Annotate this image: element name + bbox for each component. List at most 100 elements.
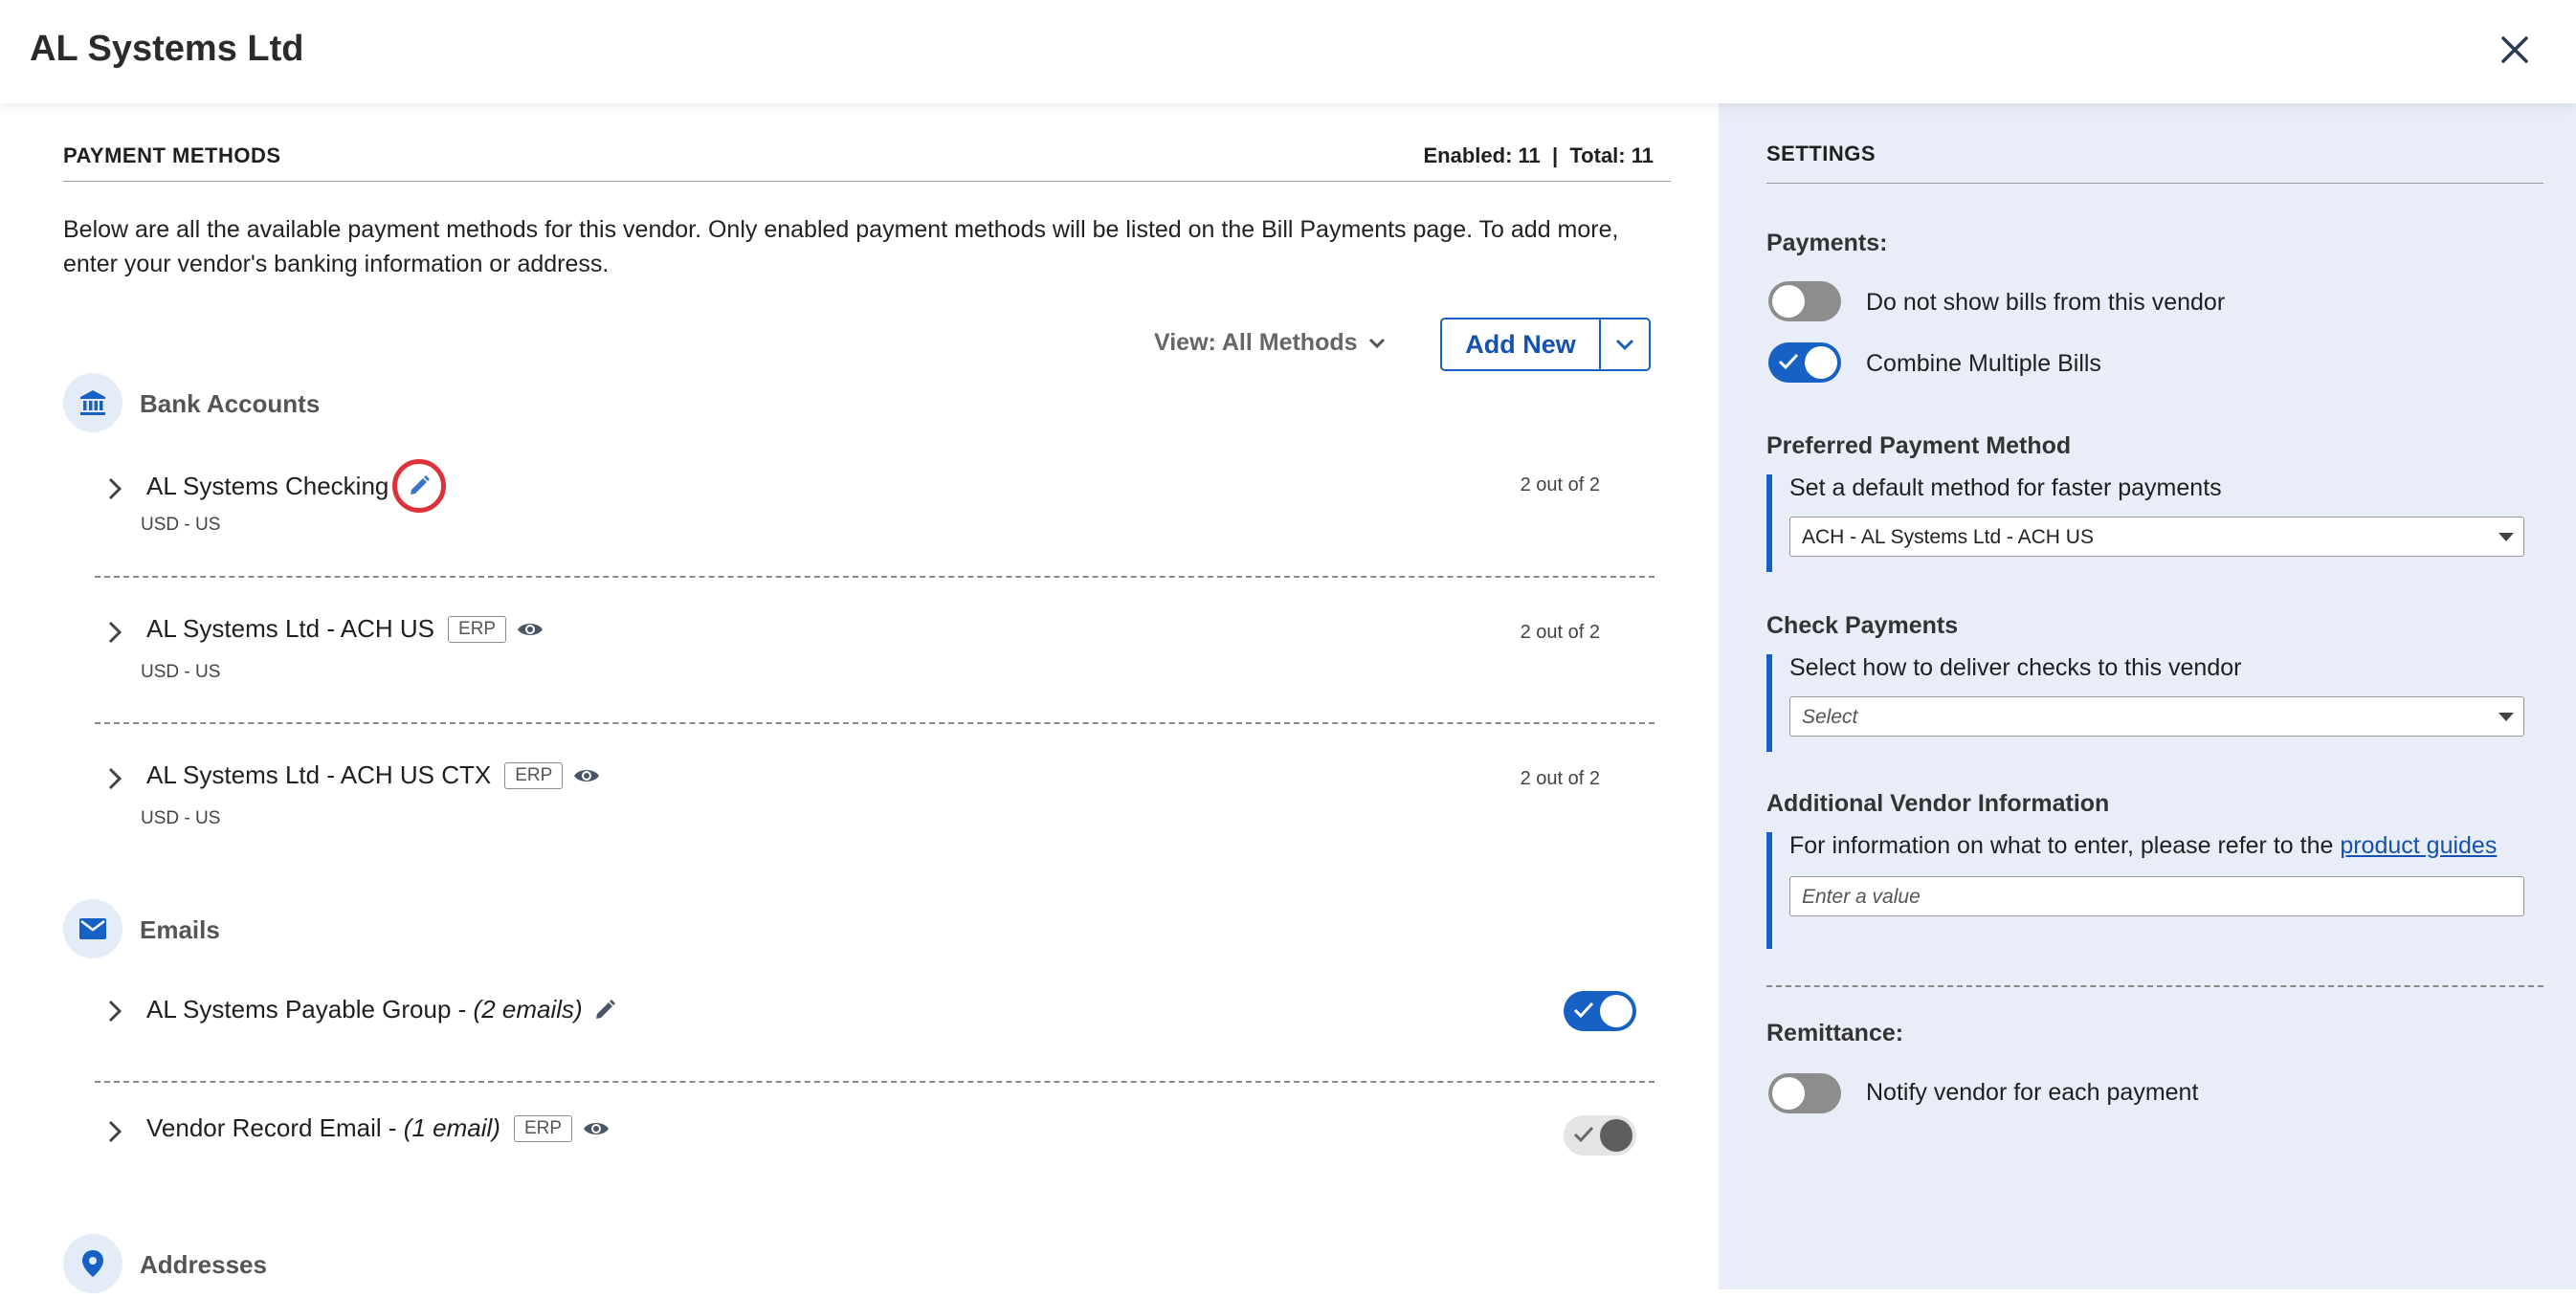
bank-account-name: AL Systems Ltd - ACH US CTX ERP — [146, 760, 601, 790]
bank-account-row: AL Systems Ltd - ACH US CTX ERP USD - US… — [94, 747, 1644, 843]
enabled-total-counts: Enabled: 11 | Total: 11 — [1423, 143, 1654, 167]
remittance-label: Remittance: — [1766, 1020, 1904, 1046]
payment-methods-header: PAYMENT METHODS Enabled: 11 | Total: 11 — [63, 142, 1671, 182]
erp-badge: ERP — [448, 615, 507, 643]
payment-methods-intro: Below are all the available payment meth… — [63, 216, 1619, 277]
check-icon — [1573, 1002, 1594, 1019]
bank-account-row: AL Systems Checking USD - US 2 out of 2 — [94, 453, 1644, 549]
combine-bills-toggle[interactable] — [1768, 342, 1841, 383]
product-guides-link[interactable]: product guides — [2340, 832, 2497, 859]
vendor-record-email-toggle[interactable] — [1564, 1115, 1636, 1156]
bank-account-name: AL Systems Checking — [146, 459, 447, 513]
payment-methods-title: PAYMENT METHODS — [63, 143, 281, 167]
chevron-down-icon — [1615, 339, 1634, 351]
chevron-right-icon[interactable] — [107, 766, 122, 791]
mail-icon — [63, 899, 122, 958]
settings-title: SETTINGS — [1766, 142, 1876, 165]
erp-badge: ERP — [504, 761, 564, 789]
preferred-method-label: Preferred Payment Method — [1766, 432, 2072, 459]
add-new-menu-button[interactable] — [1601, 318, 1651, 371]
bank-account-name: AL Systems Ltd - ACH US ERP — [146, 614, 544, 644]
bank-account-name-text: AL Systems Ltd - ACH US CTX — [146, 760, 492, 789]
additional-info-help-text: For information on what to enter, please… — [1789, 832, 2341, 859]
bank-account-name-text: AL Systems Ltd - ACH US — [146, 614, 435, 643]
bank-account-row: AL Systems Ltd - ACH US ERP USD - US 2 o… — [94, 601, 1644, 696]
chevron-right-icon[interactable] — [107, 1119, 122, 1144]
section-accent-bar — [1766, 474, 1772, 572]
toggle-knob — [1772, 1077, 1805, 1110]
chevron-right-icon[interactable] — [107, 999, 122, 1024]
do-not-show-bills-label: Do not show bills from this vendor — [1866, 289, 2226, 316]
email-group-name: AL Systems Payable Group - (2 emails) — [146, 995, 617, 1024]
check-delivery-placeholder: Select — [1802, 706, 1858, 728]
check-delivery-select[interactable]: Select — [1789, 696, 2524, 737]
bank-account-name-text: AL Systems Checking — [146, 471, 389, 500]
email-group-toggle[interactable] — [1564, 991, 1636, 1031]
additional-info-placeholder: Enter a value — [1802, 886, 1921, 908]
check-icon — [1778, 353, 1799, 370]
toggle-knob — [1805, 346, 1837, 379]
edit-pencil-icon[interactable] — [392, 459, 447, 513]
close-icon[interactable] — [2498, 33, 2532, 67]
emails-label: Emails — [140, 915, 220, 944]
toggle-knob — [1600, 995, 1632, 1027]
check-icon — [1573, 1126, 1594, 1143]
eye-icon[interactable] — [582, 1118, 611, 1139]
chevron-right-icon[interactable] — [107, 476, 122, 501]
section-accent-bar — [1766, 654, 1772, 752]
bank-account-count: 2 out of 2 — [1520, 474, 1600, 495]
check-payments-label: Check Payments — [1766, 612, 1959, 639]
bank-account-currency: USD - US — [141, 808, 221, 828]
payments-label: Payments: — [1766, 230, 1888, 256]
bank-account-currency: USD - US — [141, 662, 221, 682]
bank-account-count: 2 out of 2 — [1520, 768, 1600, 789]
additional-info-help: For information on what to enter, please… — [1789, 832, 2497, 860]
settings-panel: SETTINGS Payments: Do not show bills fro… — [1719, 103, 2576, 1289]
caret-down-icon — [2498, 533, 2514, 541]
email-count: (2 emails) — [473, 995, 583, 1024]
eye-icon[interactable] — [516, 619, 544, 640]
row-divider — [95, 576, 1654, 578]
preferred-method-select[interactable]: ACH - AL Systems Ltd - ACH US — [1789, 517, 2524, 557]
chevron-down-icon — [1368, 338, 1385, 348]
chevron-right-icon[interactable] — [107, 620, 122, 645]
bank-accounts-label: Bank Accounts — [140, 389, 321, 418]
additional-info-input[interactable]: Enter a value — [1789, 876, 2524, 916]
location-pin-icon — [63, 1234, 122, 1293]
do-not-show-bills-toggle[interactable] — [1768, 281, 1841, 321]
email-count: (1 email) — [403, 1113, 500, 1142]
addresses-label: Addresses — [140, 1250, 267, 1279]
email-row: AL Systems Payable Group - (2 emails) — [94, 976, 1644, 1062]
check-payments-help: Select how to deliver checks to this ven… — [1789, 654, 2242, 681]
row-divider — [95, 1081, 1654, 1083]
row-divider — [95, 722, 1654, 724]
email-record-name: Vendor Record Email - (1 email) ERP — [146, 1113, 611, 1143]
bank-account-count: 2 out of 2 — [1520, 622, 1600, 643]
add-new-split-button: Add New — [1440, 318, 1651, 371]
bank-account-currency: USD - US — [141, 515, 221, 535]
section-accent-bar — [1766, 832, 1772, 949]
preferred-method-help: Set a default method for faster payments — [1789, 474, 2222, 501]
payment-methods-panel: PAYMENT METHODS Enabled: 11 | Total: 11 … — [0, 103, 1719, 1299]
notify-vendor-label: Notify vendor for each payment — [1866, 1079, 2199, 1106]
combine-bills-label: Combine Multiple Bills — [1866, 350, 2101, 377]
eye-icon[interactable] — [572, 765, 601, 786]
modal-header: AL Systems Ltd — [0, 0, 2576, 103]
view-filter-dropdown[interactable]: View: All Methods — [1154, 329, 1387, 357]
additional-info-label: Additional Vendor Information — [1766, 790, 2110, 817]
erp-badge: ERP — [513, 1114, 573, 1142]
email-group-name-text: AL Systems Payable Group - — [146, 995, 474, 1024]
vendor-title: AL Systems Ltd — [30, 29, 304, 69]
toggle-knob — [1600, 1119, 1632, 1152]
view-filter-label: View: All Methods — [1154, 329, 1358, 356]
edit-pencil-icon[interactable] — [592, 998, 617, 1023]
email-record-name-text: Vendor Record Email - — [146, 1113, 404, 1142]
settings-header: SETTINGS — [1766, 142, 2543, 184]
caret-down-icon — [2498, 713, 2514, 721]
preferred-method-value: ACH - AL Systems Ltd - ACH US — [1802, 526, 2094, 548]
bank-icon — [63, 373, 122, 432]
add-new-button[interactable]: Add New — [1440, 318, 1601, 371]
notify-vendor-toggle[interactable] — [1768, 1073, 1841, 1113]
email-row: Vendor Record Email - (1 email) ERP — [94, 1104, 1644, 1180]
toggle-knob — [1772, 285, 1805, 318]
